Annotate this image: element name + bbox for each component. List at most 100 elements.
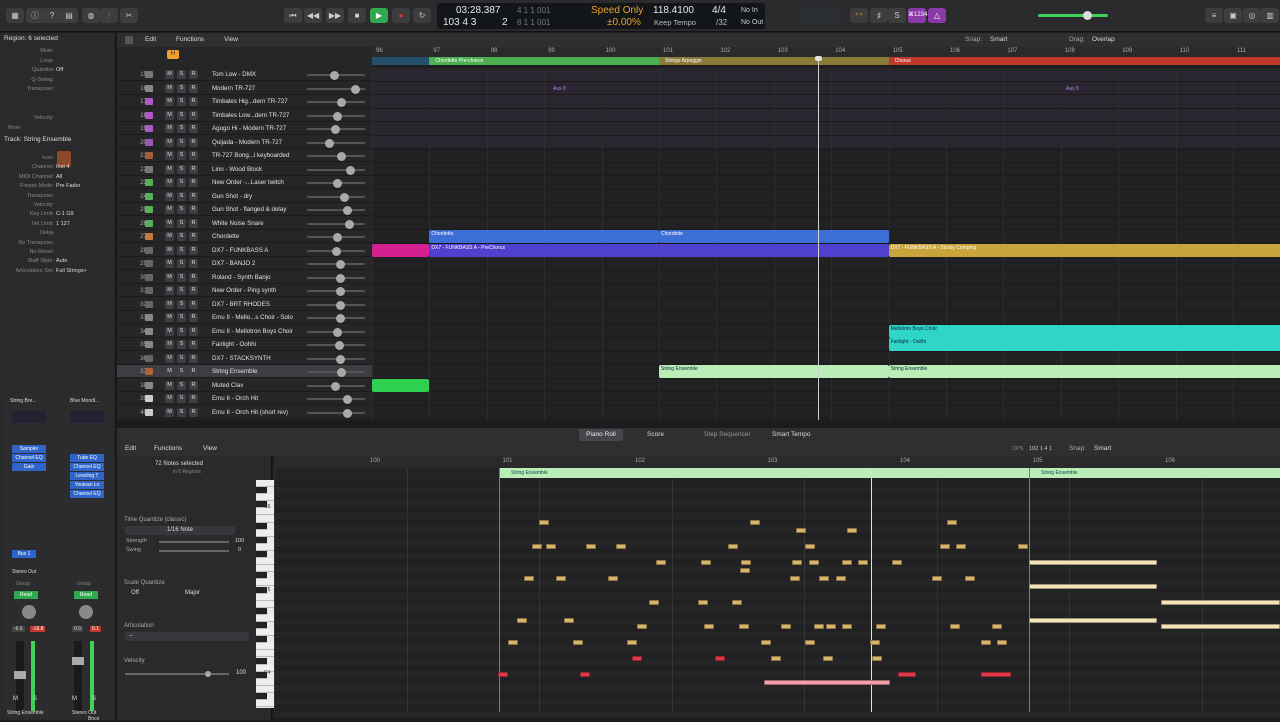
track-name[interactable]: DX7 - BANJO 2: [212, 257, 307, 270]
track-volume-knob[interactable]: [339, 192, 349, 202]
plugin-leveling[interactable]: Leveling T: [70, 472, 104, 480]
midi-note[interactable]: [872, 656, 882, 661]
track-volume-knob[interactable]: [333, 111, 342, 121]
help-icon[interactable]: ?: [43, 8, 61, 23]
inspector-param-value[interactable]: Pre Fader: [56, 182, 80, 191]
white-key[interactable]: [256, 593, 274, 601]
lcd-display[interactable]: 03:28.387 103 4 3 2 4 1 1 001 8 1 1 001 …: [437, 3, 765, 29]
pr-view-menu[interactable]: View: [203, 445, 217, 452]
tab-score[interactable]: Score: [647, 429, 664, 441]
midi-note[interactable]: [573, 640, 583, 645]
master-volume-slider[interactable]: [1038, 11, 1108, 20]
track-header-27[interactable]: 27 M S R Chordette: [117, 230, 372, 243]
inspector-track-row[interactable]: Transpose:: [0, 192, 116, 201]
track-name[interactable]: Emu II - Orch Hit: [212, 392, 307, 405]
mute-button[interactable]: M: [165, 367, 174, 376]
toolbar-icon[interactable]: ▤: [60, 8, 78, 23]
solo-button[interactable]: S: [177, 299, 186, 309]
midi-note[interactable]: [847, 528, 857, 533]
track-volume-slider[interactable]: [307, 314, 365, 323]
track-volume-knob[interactable]: [336, 314, 345, 323]
solo-button[interactable]: S: [177, 218, 186, 228]
solo-button[interactable]: S: [177, 178, 186, 187]
midi-note[interactable]: [842, 624, 852, 629]
solo-button[interactable]: S: [177, 110, 186, 120]
edit-menu[interactable]: Edit: [145, 36, 156, 43]
solo-button[interactable]: S: [177, 137, 186, 147]
midi-note[interactable]: [771, 656, 781, 661]
mute-button[interactable]: M: [165, 83, 174, 93]
track-header-24[interactable]: 24 M S R Gun Shot - dry: [117, 190, 372, 203]
mute-button[interactable]: M: [165, 272, 174, 282]
midi-note[interactable]: [1018, 544, 1028, 549]
white-key[interactable]: [256, 629, 274, 637]
solo-button[interactable]: S: [177, 83, 186, 93]
black-key[interactable]: [256, 572, 267, 580]
track-volume-slider[interactable]: [307, 354, 365, 364]
region[interactable]: Chordette: [429, 230, 659, 243]
fader-cap-right[interactable]: [72, 657, 84, 665]
white-key[interactable]: [256, 678, 274, 686]
white-key[interactable]: [256, 480, 274, 487]
tab-smart-tempo[interactable]: Smart Tempo: [772, 429, 811, 441]
solo-button[interactable]: S: [177, 394, 186, 403]
midi-note[interactable]: [1161, 624, 1280, 629]
track-volume-knob[interactable]: [337, 98, 346, 107]
midi-note[interactable]: [498, 672, 508, 677]
track-name[interactable]: Emu II - Mello...s Choir - Solo: [212, 311, 307, 324]
inspector-track-row[interactable]: Icon:: [0, 154, 116, 163]
mute-button[interactable]: M: [165, 380, 174, 390]
black-key[interactable]: [256, 522, 267, 530]
snap-select[interactable]: Smart: [990, 36, 1007, 43]
piano-roll-ruler[interactable]: 100 101 102 103 104 105 106: [274, 456, 1280, 468]
black-key[interactable]: [256, 607, 267, 615]
functions-menu[interactable]: Functions: [176, 36, 204, 43]
track-name[interactable]: Fairlight - Oohhi: [212, 338, 307, 351]
track-volume-slider[interactable]: [307, 273, 365, 283]
inspector-param-value[interactable]: All: [56, 173, 62, 182]
tuner-icon[interactable]: ♯: [870, 8, 888, 23]
track-volume-knob[interactable]: [351, 84, 360, 94]
track-name[interactable]: TR-727 Bong...i keyboarded: [212, 149, 307, 162]
region[interactable]: DX7 - FUNKBASS A - PreChorus: [429, 243, 889, 257]
track-volume-slider[interactable]: [307, 165, 365, 175]
velocity-knob[interactable]: [205, 671, 211, 677]
midi-note[interactable]: [739, 624, 749, 629]
region[interactable]: String Ensemble: [888, 365, 1280, 378]
black-key[interactable]: [256, 636, 267, 644]
tracks-area[interactable]: Aux 8 Aux 8 Chordette Chordette DX7 - FUNKBA…: [372, 68, 1280, 420]
midi-note[interactable]: [546, 544, 556, 549]
white-key[interactable]: [256, 643, 274, 651]
black-key[interactable]: [256, 657, 267, 665]
midi-note[interactable]: [796, 528, 806, 533]
solo-button[interactable]: S: [177, 313, 186, 322]
region[interactable]: DX7 - FUNKBASS A - Stroby Comping: [888, 243, 1280, 257]
track-volume-knob[interactable]: [331, 125, 340, 134]
black-key[interactable]: [256, 551, 267, 558]
pr-region-header[interactable]: String Ensemble: [1029, 468, 1280, 478]
view-menu[interactable]: View: [224, 36, 238, 43]
forward-icon[interactable]: ▶▶: [326, 8, 344, 23]
mute-button[interactable]: M: [165, 151, 174, 160]
track-name[interactable]: Tom Low - DMX: [212, 68, 307, 81]
midi-note[interactable]: [1161, 600, 1280, 605]
record-enable-button[interactable]: R: [189, 353, 198, 363]
plugin-channel-eq-right[interactable]: Channel EQ: [70, 463, 104, 471]
fader-cap-left[interactable]: [14, 671, 26, 679]
midi-note[interactable]: [616, 544, 626, 549]
midi-note[interactable]: [1029, 618, 1157, 623]
midi-note[interactable]: [870, 640, 880, 645]
midi-note[interactable]: [704, 624, 714, 629]
track-volume-knob[interactable]: [336, 273, 345, 283]
white-key[interactable]: [256, 558, 274, 566]
midi-note[interactable]: [826, 624, 836, 629]
midi-note[interactable]: [805, 544, 815, 549]
swing-value[interactable]: 0: [238, 547, 241, 553]
record-enable-button[interactable]: R: [189, 97, 198, 106]
solo-button[interactable]: S: [177, 232, 186, 241]
inspector-param-value[interactable]: 1 127: [56, 220, 70, 229]
track-name[interactable]: Agogo Hi - Modern TR-727: [212, 122, 307, 135]
midi-note[interactable]: [580, 672, 590, 677]
track-volume-slider[interactable]: [307, 138, 365, 148]
piano-keyboard[interactable]: C6 C5 C4: [256, 480, 274, 708]
